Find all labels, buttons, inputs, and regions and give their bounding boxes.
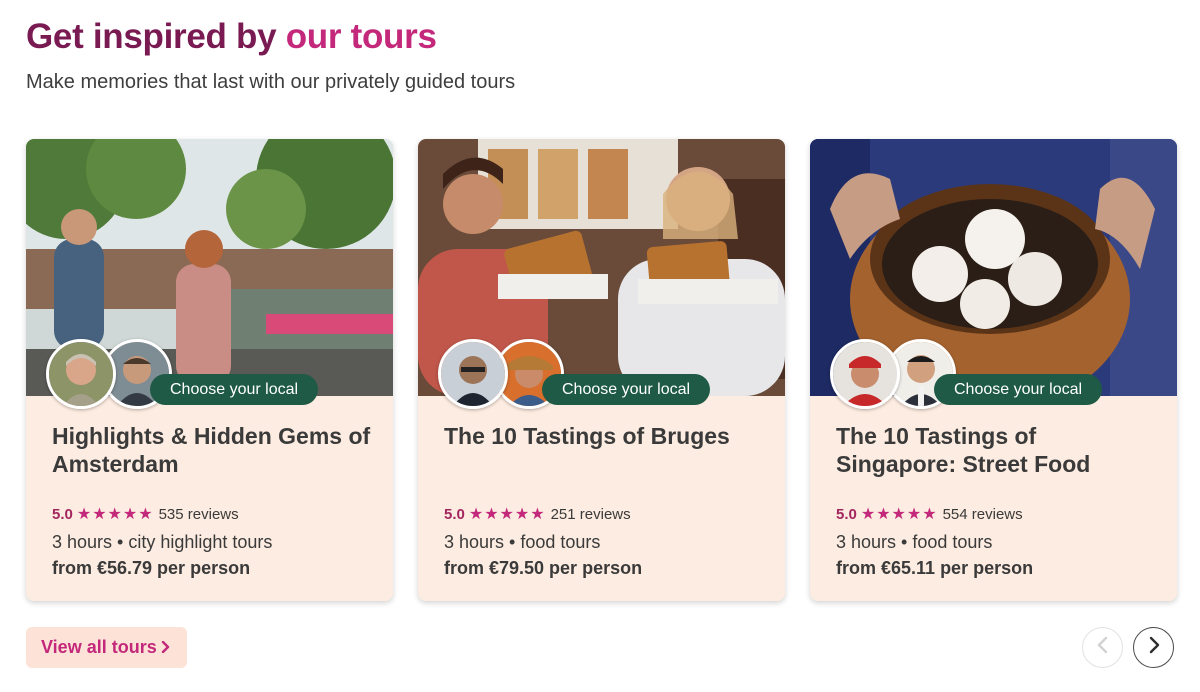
guide-avatar[interactable]: [830, 339, 900, 409]
carousel-next-button[interactable]: [1133, 627, 1174, 668]
review-count: 535 reviews: [158, 506, 239, 523]
review-count: 554 reviews: [942, 506, 1023, 523]
tour-rating: 5.0 ★★★★★ 251 reviews: [444, 505, 631, 525]
review-count: 251 reviews: [550, 506, 631, 523]
chevron-right-icon: [161, 628, 171, 669]
tour-card-singapore[interactable]: Choose your local The 10 Tastings of Sin…: [810, 139, 1177, 601]
section-title-main: Get inspired by: [26, 17, 277, 56]
choose-local-button[interactable]: Choose your local: [934, 374, 1103, 405]
star-rating-icon: ★★★★★: [860, 506, 938, 523]
chevron-left-icon: [1096, 636, 1110, 659]
view-all-tours-button[interactable]: View all tours: [26, 627, 187, 668]
tour-title[interactable]: Highlights & Hidden Gems of Amsterdam: [52, 422, 372, 478]
star-rating-icon: ★★★★★: [468, 506, 546, 523]
view-all-label: View all tours: [41, 637, 157, 657]
section-subtitle: Make memories that last with our private…: [26, 71, 516, 93]
rating-score: 5.0: [52, 506, 73, 523]
carousel-prev-button[interactable]: [1082, 627, 1123, 668]
chevron-right-icon: [1147, 636, 1161, 659]
star-rating-icon: ★★★★★: [76, 506, 154, 523]
tour-meta: 3 hours • food tours: [444, 532, 601, 552]
tour-rating: 5.0 ★★★★★ 535 reviews: [52, 505, 239, 525]
tour-title[interactable]: The 10 Tastings of Singapore: Street Foo…: [836, 422, 1156, 478]
guide-avatar[interactable]: [46, 339, 116, 409]
tour-rating: 5.0 ★★★★★ 554 reviews: [836, 505, 1023, 525]
choose-local-button[interactable]: Choose your local: [542, 374, 711, 405]
tour-card-amsterdam[interactable]: Choose your local Highlights & Hidden Ge…: [26, 139, 393, 601]
section-title-accent: our tours: [285, 17, 437, 56]
tour-meta: 3 hours • food tours: [836, 532, 993, 552]
choose-local-button[interactable]: Choose your local: [150, 374, 319, 405]
guide-avatar[interactable]: [438, 339, 508, 409]
rating-score: 5.0: [444, 506, 465, 523]
section-title: Get inspired by our tours: [26, 14, 437, 60]
rating-score: 5.0: [836, 506, 857, 523]
tour-price: from €56.79 per person: [52, 558, 251, 578]
tour-card-bruges[interactable]: Choose your local The 10 Tastings of Bru…: [418, 139, 785, 601]
tour-title[interactable]: The 10 Tastings of Bruges: [444, 422, 764, 450]
tour-meta: 3 hours • city highlight tours: [52, 532, 273, 552]
tour-price: from €65.11 per person: [836, 558, 1034, 578]
tour-price: from €79.50 per person: [444, 558, 643, 578]
